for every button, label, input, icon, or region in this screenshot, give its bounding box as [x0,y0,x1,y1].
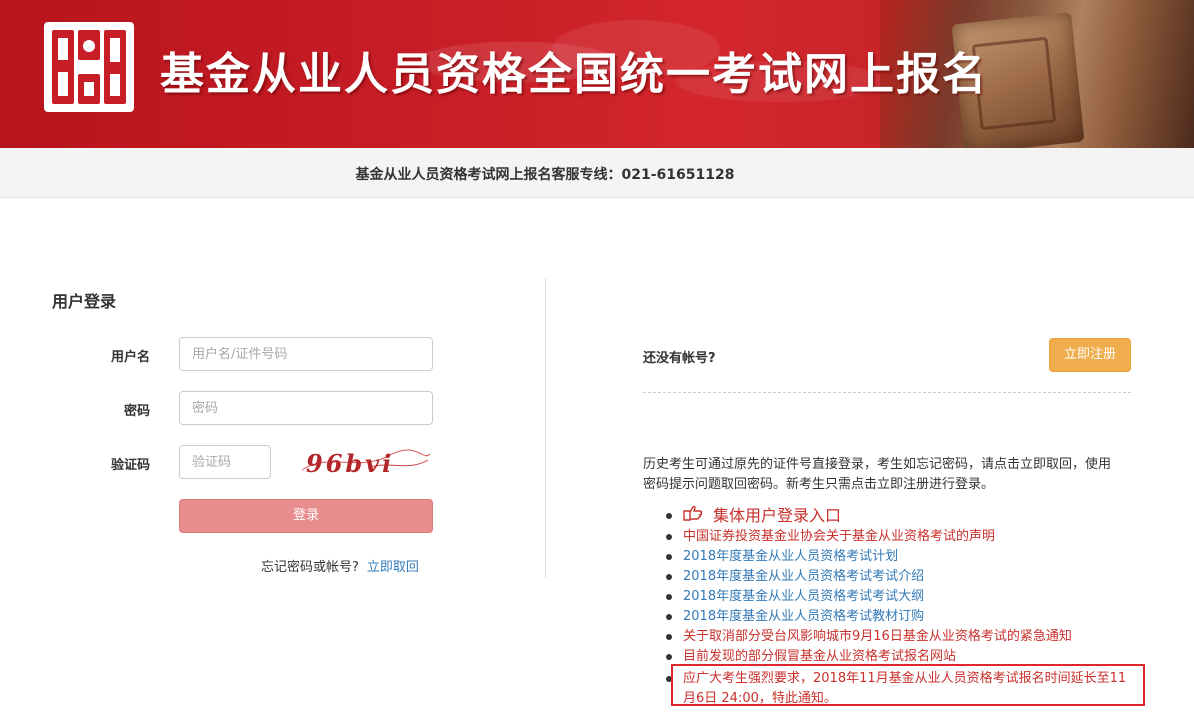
group-login-link[interactable]: 集体用户登录入口 [713,506,841,525]
register-button[interactable]: 立即注册 [1049,338,1131,372]
bullet-icon [666,614,672,620]
captcha-label: 验证码 [110,458,150,473]
notice-highlight-box [671,664,1145,706]
password-input[interactable] [179,391,433,425]
no-account-text: 还没有帐号? [643,351,716,366]
dashed-divider [643,392,1131,393]
list-item: 关于取消部分受台风影响城市9月16日基金从业资格考试的紧急通知 [666,627,1136,647]
captcha-input[interactable] [179,445,271,479]
bullet-icon [666,513,672,519]
login-title: 用户登录 [52,292,117,311]
hotline-text: 基金从业人员资格考试网上报名客服专线：021-61651128 [355,167,735,183]
news-link[interactable]: 2018年度基金从业人员资格考试教材订购 [683,609,924,624]
news-link[interactable]: 2018年度基金从业人员资格考试考试大纲 [683,589,924,604]
list-item: 中国证券投资基金业协会关于基金从业资格考试的声明 [666,527,1136,547]
list-item: 2018年度基金从业人员资格考试考试大纲 [666,587,1136,607]
news-link[interactable]: 目前发现的部分假冒基金从业资格考试报名网站 [683,649,956,664]
captcha-image[interactable]: 96bvi [298,442,434,482]
username-label: 用户名 [110,350,150,365]
bullet-icon [666,654,672,660]
seal-logo-icon [44,22,134,112]
news-link[interactable]: 关于取消部分受台风影响城市9月16日基金从业资格考试的紧急通知 [683,629,1072,644]
list-item: 2018年度基金从业人员资格考试考试介绍 [666,567,1136,587]
bullet-icon [666,554,672,560]
bullet-icon [666,574,672,580]
news-link[interactable]: 中国证券投资基金业协会关于基金从业资格考试的声明 [683,529,995,544]
list-item: 2018年度基金从业人员资格考试计划 [666,547,1136,567]
vertical-divider [545,278,546,578]
bullet-icon [666,634,672,640]
pointing-hand-icon [683,505,705,527]
password-label: 密码 [123,404,150,419]
login-instructions: 历史考生可通过原先的证件号直接登录，考生如忘记密码，请点击立即取回，使用密码提示… [643,457,1112,492]
captcha-text: 96bvi [306,449,394,478]
site-title: 基金从业人员资格全国统一考试网上报名 [160,49,988,100]
forgot-password-row: 忘记密码或帐号? 立即取回 [261,556,419,575]
username-input[interactable] [179,337,433,371]
login-button[interactable]: 登录 [179,499,433,533]
header-banner: 基金从业人员资格全国统一考试网上报名 [0,0,1194,148]
hotline-bar: 基金从业人员资格考试网上报名客服专线：021-61651128 [0,148,1194,198]
news-link[interactable]: 2018年度基金从业人员资格考试计划 [683,549,898,564]
list-item: 集体用户登录入口 [666,505,1136,527]
bullet-icon [666,594,672,600]
retrieve-link[interactable]: 立即取回 [367,560,419,575]
list-item: 2018年度基金从业人员资格考试教材订购 [666,607,1136,627]
forgot-password-text: 忘记密码或帐号? [261,560,359,575]
news-link[interactable]: 2018年度基金从业人员资格考试考试介绍 [683,569,924,584]
bullet-icon [666,534,672,540]
